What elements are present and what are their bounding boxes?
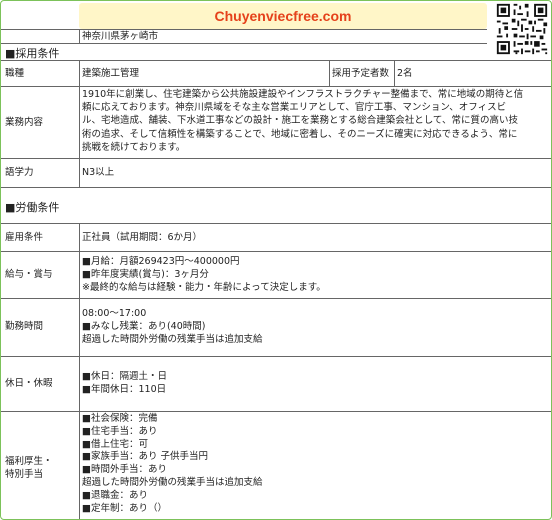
welfare-line: ■社会保険：完備 (82, 413, 158, 424)
welfare-line: ■時間外手当：あり (82, 464, 167, 476)
holidays-label: 休日・休暇 (5, 378, 53, 389)
welfare-line: ■家族手当：あり 子供手当円 (82, 451, 208, 463)
business-description: 1910年に創業し、住宅建築から公共施設建設やインフラストラクチャー整備まで、常… (82, 88, 523, 154)
qr-code-icon (495, 2, 549, 56)
welfare-line: ■退職金：あり (82, 489, 148, 501)
language-label: 語学力 (5, 167, 34, 178)
employment-label: 雇用条件 (5, 232, 44, 243)
language-value: N3以上 (82, 167, 115, 178)
salary-label: 給与・賞与 (5, 269, 53, 280)
salary-line: ※最終的な給与は経験・能力・年齢によって決定します。 (82, 282, 326, 294)
welfare-line: ■借上住宅：可 (82, 438, 148, 450)
welfare-label-line: 特別手当 (5, 469, 44, 481)
hours-line: ■みなし残業：あり(40時間) (82, 321, 206, 333)
welfare-line: ■定年制：あり（） (82, 502, 167, 514)
job-posting-frame: Chuyenviecfree.com 神奈川県茅ヶ崎市 ■採用条件 職種 建築施… (0, 0, 552, 520)
job-type-value: 建築施工管理 (82, 68, 140, 79)
welfare-label: 福利厚生・ 特別手当 (5, 455, 53, 481)
hours-label: 勤務時間 (5, 321, 44, 332)
business-line: 頼に応えております。神奈川県域をそな主な営業エリアとして、官庁工事、マンション、… (82, 102, 507, 114)
employment-value: 正社員（試用期間：6か月） (82, 232, 203, 243)
location-value: 神奈川県茅ヶ崎市 (82, 31, 159, 42)
salary-line: ■月給：月額269423円～400000円 (82, 256, 240, 267)
section-recruit-heading: ■採用条件 (5, 47, 60, 60)
job-type-label: 職種 (5, 68, 25, 79)
business-line: 術の追求、そして信頼性を構築することで、地域に密着し、そのニーズに確実に対応でき… (82, 128, 518, 140)
business-label: 業務内容 (5, 117, 44, 128)
business-line: 挑戦を続けております。 (82, 141, 186, 153)
holidays-line: ■年間休日：110日 (82, 384, 167, 396)
salary-details: ■月給：月額269423円～400000円 ■昨年度実績(賞与)：3ヶ月分 ※最… (82, 255, 326, 295)
hiring-count-label: 採用予定者数 (332, 68, 390, 79)
business-line: 1910年に創業し、住宅建築から公共施設建設やインフラストラクチャー整備まで、常… (82, 89, 524, 100)
holidays-details: ■休日：隔週土・日 ■年間休日：110日 (82, 370, 167, 396)
site-banner[interactable]: Chuyenviecfree.com (79, 3, 487, 29)
welfare-line: 超過した時間外労働の残業手当は追加支給 (82, 476, 263, 488)
welfare-line: ■住宅手当：あり (82, 425, 158, 437)
hours-line: 超過した時間外労働の残業手当は追加支給 (82, 334, 263, 346)
section-work-heading: ■労働条件 (5, 201, 60, 214)
salary-line: ■昨年度実績(賞与)：3ヶ月分 (82, 269, 209, 281)
holidays-line: ■休日：隔週土・日 (82, 371, 167, 382)
welfare-label-line: 福利厚生・ (5, 456, 53, 467)
hours-line: 08:00～17:00 (82, 308, 147, 319)
hours-details: 08:00～17:00 ■みなし残業：あり(40時間) 超過した時間外労働の残業… (82, 307, 263, 347)
welfare-details: ■社会保険：完備 ■住宅手当：あり ■借上住宅：可 ■家族手当：あり 子供手当円… (82, 413, 263, 515)
hiring-count-value: 2名 (397, 68, 413, 79)
site-name: Chuyenviecfree.com (214, 8, 352, 24)
business-line: ル、宅地造成、舗装、下水道工事などの設計・施工を業務とする総合建築会社として、常… (82, 115, 518, 127)
